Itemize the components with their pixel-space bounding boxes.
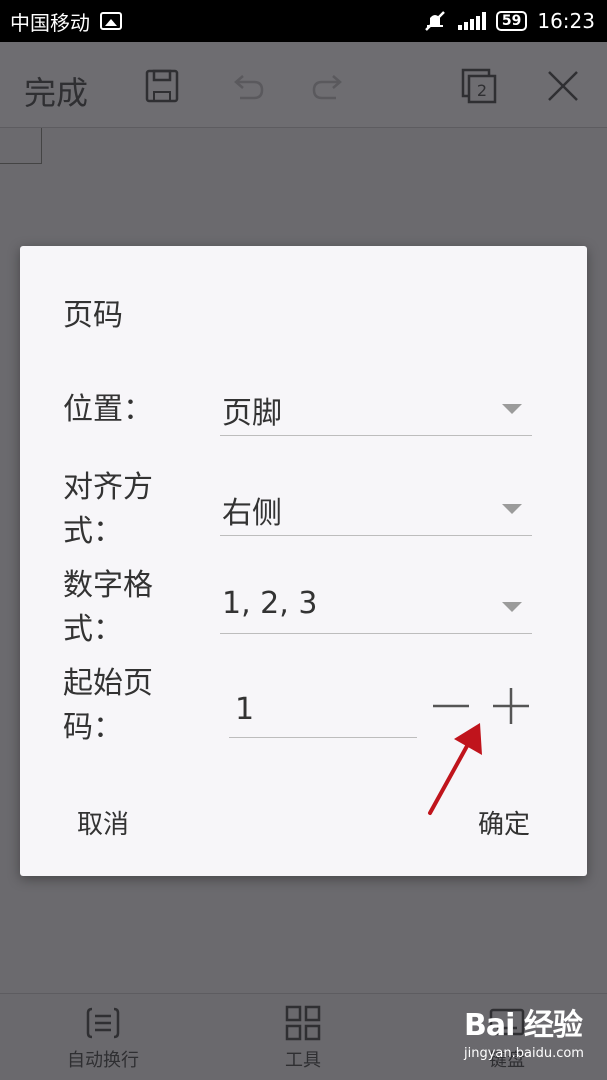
save-icon[interactable] (142, 66, 182, 106)
number-format-select[interactable]: 1, 2, 3 (220, 584, 532, 634)
battery-icon: 59 (495, 11, 528, 31)
page-count: 2 (477, 81, 487, 100)
close-icon[interactable] (543, 66, 583, 106)
clock: 16:23 (537, 9, 595, 33)
grid-icon (285, 1005, 321, 1041)
baidu-watermark: Bai 经验 jingyan.baidu.com (464, 1000, 607, 1080)
page-switch-icon[interactable]: 2 (459, 66, 499, 106)
annotation-arrow-icon (428, 723, 482, 815)
position-value: 页脚 (222, 396, 282, 431)
dropdown-arrow-icon (502, 404, 522, 414)
redo-icon[interactable] (310, 66, 350, 106)
word-wrap-label: 自动换行 (67, 1050, 139, 1071)
alignment-label: 对齐方式： (63, 470, 153, 549)
image-notification-icon (100, 12, 122, 30)
carrier-name: 中国移动 (10, 10, 90, 35)
signal-icon (457, 12, 486, 30)
dropdown-arrow-icon (502, 602, 522, 612)
editor-toolbar: 完成 2 (0, 42, 607, 128)
watermark-url: jingyan.baidu.com (464, 1046, 584, 1061)
page-number-dialog: 页码 位置： 页脚 对齐方式： 右侧 数字格式： 1, 2, 3 起始页码： 取… (20, 246, 587, 876)
status-bar: 中国移动 59 16:23 (0, 0, 607, 42)
dropdown-arrow-icon (502, 504, 522, 514)
done-button[interactable]: 完成 (24, 68, 88, 114)
start-page-input[interactable] (229, 684, 417, 734)
dialog-title: 页码 (63, 298, 123, 333)
document-corner (0, 128, 42, 164)
baidu-logo: Bai 经验 (464, 1008, 583, 1043)
alignment-select[interactable]: 右侧 (220, 486, 532, 536)
tools-label: 工具 (285, 1050, 321, 1071)
word-wrap-button[interactable]: 自动换行 (58, 1004, 148, 1072)
position-label: 位置： (63, 392, 153, 427)
cancel-button[interactable]: 取消 (77, 804, 129, 841)
word-wrap-icon (86, 1007, 120, 1039)
start-page-field[interactable] (229, 684, 417, 738)
mute-icon (424, 11, 445, 31)
undo-icon[interactable] (226, 66, 266, 106)
number-format-value: 1, 2, 3 (222, 586, 318, 621)
alignment-value: 右侧 (222, 496, 282, 531)
position-select[interactable]: 页脚 (220, 386, 532, 436)
start-page-label: 起始页码： (63, 666, 153, 745)
number-format-label: 数字格式： (63, 568, 153, 647)
tools-button[interactable]: 工具 (268, 1004, 338, 1072)
